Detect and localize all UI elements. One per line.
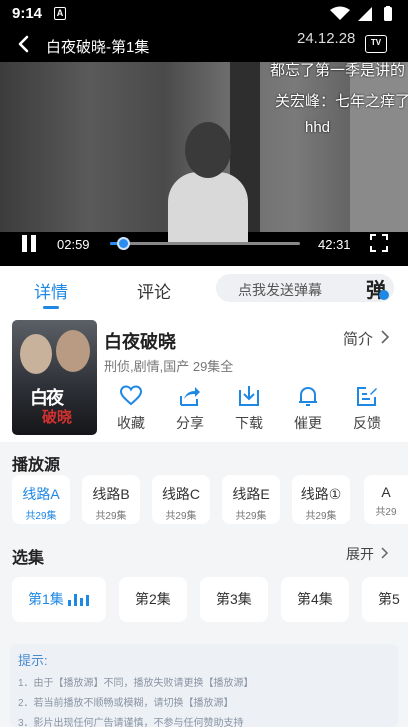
status-icons [330,6,392,21]
favorite-label: 收藏 [117,415,145,431]
source-item[interactable]: 线路C 共29集 [152,475,210,524]
download-icon [239,386,259,406]
tab-details[interactable]: 详情 [34,278,68,303]
tab-comments[interactable]: 评论 [137,278,171,303]
show-poster[interactable]: 白夜 破晓 [12,320,97,435]
tips-box: 提示: 1．由于【播放源】不同，播放失败请更换【播放源】 2．若当前播放不顺畅或… [10,644,398,727]
danmaku-placeholder: 点我发送弹幕 [238,282,322,298]
source-item[interactable]: 线路A 共29集 [12,475,70,524]
play-source-heading: 播放源 [12,457,61,474]
episode-label: 第3集 [216,591,252,607]
source-name: 线路C [161,486,201,502]
episodes-heading: 选集 [12,550,45,567]
share-label: 分享 [176,415,204,431]
download-label: 下载 [235,415,263,431]
video-player[interactable]: 白夜破晓-第1集 24.12.28 TV 都忘了第一季是讲的 关宏峰：七年之痒了… [0,28,408,266]
show-title: 白夜破晓 [104,332,176,352]
episode-label: 第5 [378,591,400,607]
status-time: 9:14 [12,5,43,22]
source-item[interactable]: 线路B 共29集 [82,475,140,524]
feedback-label: 反馈 [353,415,381,431]
source-name: 线路E [232,486,270,502]
feedback-icon [357,387,377,406]
expand-episodes-link[interactable]: 展开 [346,544,374,564]
episode-label: 第4集 [297,591,333,607]
danmaku-comment: hhd [305,119,331,136]
source-name: A [381,484,391,500]
pause-icon[interactable] [20,235,38,253]
current-time: 02:59 [57,237,90,252]
tab-bar: 详情 评论 点我发送弹幕 弹 [0,266,408,312]
episode-item[interactable]: 第3集 [200,577,268,622]
video-frame [0,62,408,242]
download-button[interactable]: 下载 [227,384,271,433]
tip-line: 3．影片出现任何广告请谨慎，不参与任何赞助支持 [18,718,244,727]
chevron-right-icon[interactable] [380,547,389,559]
source-count: 共29集 [305,511,337,522]
tv-cast-icon[interactable]: TV [365,35,387,53]
source-item[interactable]: 线路E 共29集 [222,475,280,524]
tip-line: 2．若当前播放不顺畅或模糊，请切换【播放源】 [18,698,234,709]
chevron-right-icon[interactable] [380,330,390,344]
status-bar: 9:14 A [0,0,408,28]
source-item[interactable]: 线路① 共29集 [292,475,350,524]
share-button[interactable]: 分享 [168,384,212,433]
episode-item[interactable]: 第5 [362,577,408,622]
progress-handle[interactable] [117,237,131,250]
share-icon [180,387,200,406]
remind-update-label: 催更 [294,415,322,431]
danmaku-input[interactable]: 点我发送弹幕 弹 [216,274,394,302]
source-count: 共29集 [25,511,57,522]
danmaku-on-badge [379,290,389,300]
episode-item[interactable]: 第4集 [281,577,349,622]
remind-update-button[interactable]: 催更 [286,384,330,433]
source-count: 共29集 [235,511,267,522]
poster-subtitle: 破晓 [42,409,73,426]
back-icon[interactable] [14,34,34,54]
episode-item[interactable]: 第1集 [12,577,106,622]
source-name: 线路A [22,486,60,502]
episode-item[interactable]: 第2集 [119,577,187,622]
fullscreen-icon[interactable] [370,234,388,252]
danmaku-comment: 都忘了第一季是讲的 [270,62,406,79]
total-time: 42:31 [318,237,351,252]
episode-label: 第1集 [28,591,64,607]
bell-icon [299,386,317,406]
feedback-button[interactable]: 反馈 [345,384,389,433]
now-playing-icon [68,594,90,606]
video-title: 白夜破晓-第1集 [46,39,150,56]
date-watermark: 24.12.28 [297,30,356,47]
tips-title: 提示: [18,653,48,668]
intro-link[interactable]: 简介 [343,328,373,349]
tab-indicator [43,306,59,309]
source-name: 线路B [92,486,130,502]
tip-line: 1．由于【播放源】不同，播放失败请更换【播放源】 [18,678,254,689]
wifi-icon [330,6,350,20]
danmaku-comment: 关宏峰：七年之痒了 [275,93,408,110]
battery-icon [384,7,392,21]
notification-icon: A [54,7,66,20]
signal-icon [358,7,372,21]
source-count: 共29 [375,507,397,518]
show-meta: 刑侦,剧情,国产 29集全 [104,359,234,374]
show-info-card: 白夜 破晓 白夜破晓 刑侦,剧情,国产 29集全 简介 收藏 分享 下载 催更 [0,312,408,442]
source-name: 线路① [300,486,342,502]
episode-label: 第2集 [135,591,171,607]
progress-bar[interactable] [110,237,300,250]
favorite-button[interactable]: 收藏 [109,384,153,433]
heart-icon [119,385,143,406]
source-item[interactable]: A 共29 [364,475,408,524]
source-count: 共29集 [95,511,127,522]
source-count: 共29集 [165,511,197,522]
